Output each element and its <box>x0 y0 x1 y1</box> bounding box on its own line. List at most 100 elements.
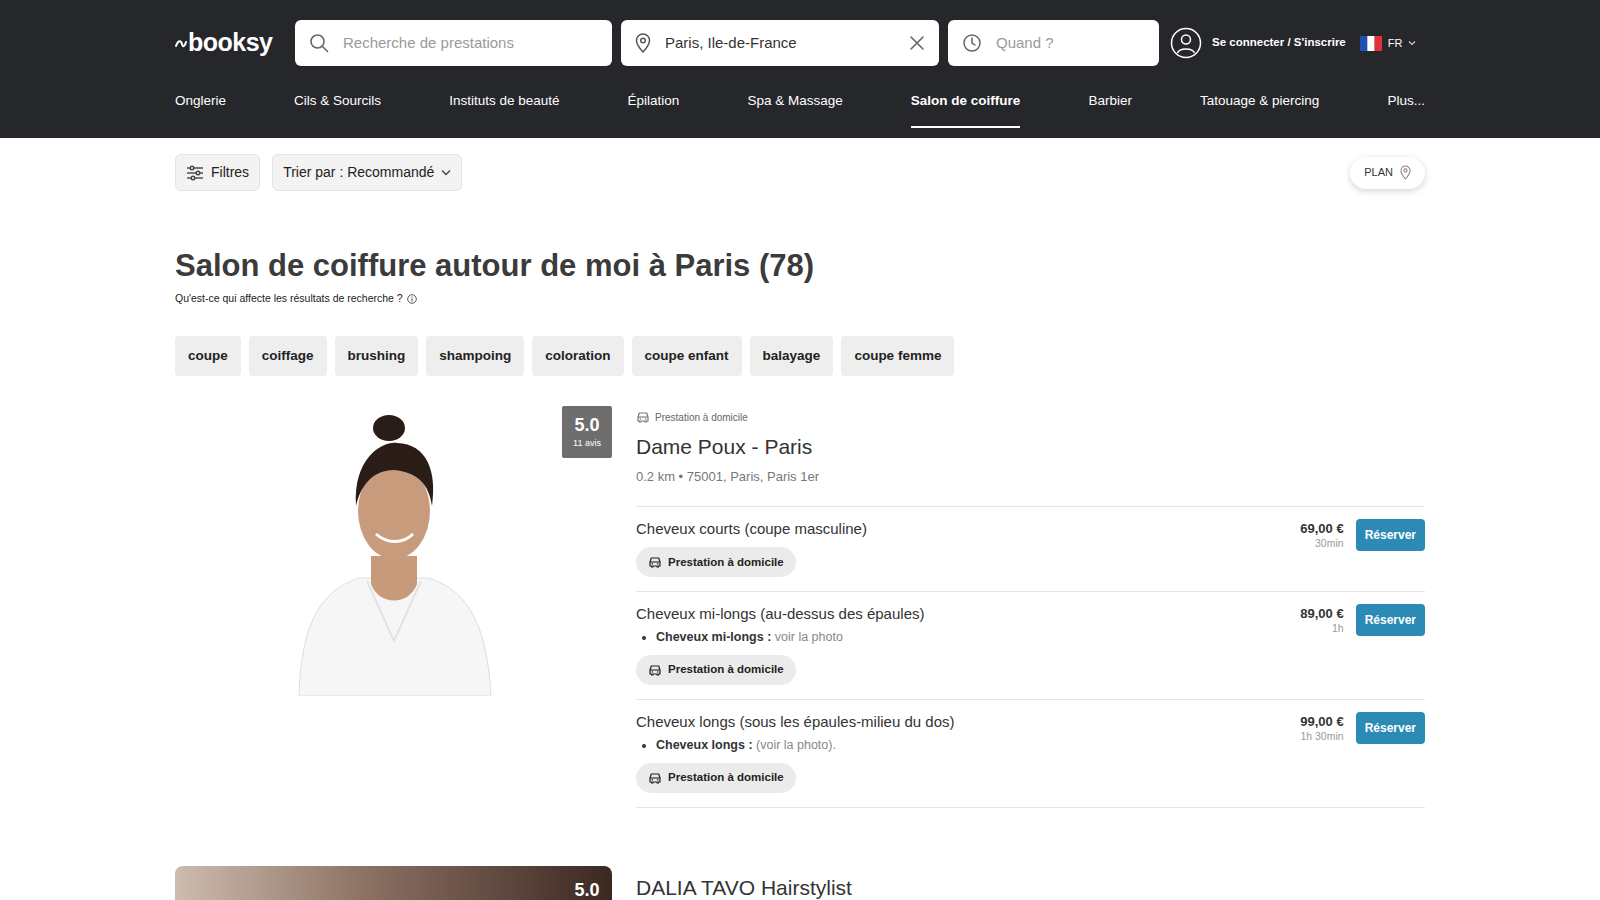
search-icon <box>309 33 329 53</box>
review-count: 11 avis <box>573 437 601 449</box>
rating-value: 5.0 <box>574 415 599 435</box>
clear-location-icon[interactable] <box>909 35 925 51</box>
book-button[interactable]: Réserver <box>1356 519 1425 551</box>
service-chip[interactable]: brushing <box>335 336 419 376</box>
map-text: PLAN <box>1364 164 1393 181</box>
category-tab[interactable]: Cils & Sourcils <box>294 66 381 128</box>
when-field[interactable] <box>948 20 1159 66</box>
service-detail-item: Cheveux longs : (voir la photo). <box>656 736 1288 755</box>
service-info: Cheveux courts (coupe masculine) Prestati… <box>636 519 1288 577</box>
service-search-input[interactable] <box>341 31 598 56</box>
service-row: Cheveux courts (coupe masculine) Prestati… <box>636 506 1425 591</box>
filters-text: Filtres <box>211 162 249 183</box>
home-service-badge: Prestation à domicile <box>636 410 1425 425</box>
header-top: booksy Se connecter / S' <box>175 0 1425 66</box>
photo-link[interactable]: voir la photo <box>775 630 843 644</box>
filter-sliders-icon <box>186 165 204 181</box>
home-service-tag: Prestation à domicile <box>636 763 796 793</box>
rating-badge: 5.0 11 avis <box>562 406 612 458</box>
book-button[interactable]: Réserver <box>1356 604 1425 636</box>
book-button[interactable]: Réserver <box>1356 712 1425 744</box>
map-button[interactable]: PLAN <box>1350 157 1425 189</box>
duration: 1h <box>1300 622 1343 635</box>
listing-card[interactable]: 5.0 DALIA TAVO Hairstylist <box>175 866 1425 900</box>
location-pin-icon <box>635 33 651 53</box>
duration: 30min <box>1300 537 1343 550</box>
service-name: Cheveux courts (coupe masculine) <box>636 519 1288 539</box>
detail-label: Cheveux longs : <box>656 738 753 752</box>
price: 99,00 € <box>1300 714 1343 730</box>
category-tab[interactable]: Barbier <box>1088 66 1132 128</box>
chevron-down-icon <box>1408 40 1416 46</box>
listing-photo-area[interactable]: 5.0 11 avis <box>175 406 612 808</box>
category-tab[interactable]: Instituts de beauté <box>449 66 559 128</box>
rating-value: 5.0 <box>574 880 599 900</box>
listing-info: Prestation à domicileDame Poux - Paris0.… <box>636 406 1425 808</box>
listing-photo[interactable] <box>175 406 612 696</box>
listing-info: DALIA TAVO Hairstylist <box>636 866 1425 900</box>
language-text[interactable]: FR <box>1388 35 1403 52</box>
toolbar: Filtres Trier par : Recommandé PLAN <box>175 154 1425 191</box>
category-tab[interactable]: Onglerie <box>175 66 226 128</box>
logo[interactable]: booksy <box>175 24 275 62</box>
home-service-text: Prestation à domicile <box>655 410 748 425</box>
service-search-field[interactable] <box>295 20 612 66</box>
logo-text: booksy <box>188 24 273 62</box>
service-chip[interactable]: balayage <box>750 336 834 376</box>
tag-text: Prestation à domicile <box>668 769 784 786</box>
language-selector[interactable]: FR <box>1360 35 1417 52</box>
rating-badge: 5.0 <box>562 866 612 900</box>
home-service-tag: Prestation à domicile <box>636 655 796 685</box>
service-chip[interactable]: coloration <box>532 336 623 376</box>
photo-link[interactable]: (voir la photo). <box>756 738 836 752</box>
info-icon[interactable] <box>407 294 417 304</box>
service-name: Cheveux longs (sous les épaules-milieu d… <box>636 712 1288 732</box>
listing-card[interactable]: 5.0 11 avis Prestation à domicile Dame Poux… <box>175 406 1425 808</box>
business-name[interactable]: DALIA TAVO Hairstylist <box>636 875 1425 900</box>
service-row: Cheveux mi-longs (au-dessus des épaules)… <box>636 591 1425 699</box>
category-nav: Onglerie Cils & Sourcils Instituts de beau… <box>175 66 1425 128</box>
service-chip[interactable]: coupe <box>175 336 241 376</box>
service-row: Cheveux longs (sous les épaules-milieu d… <box>636 699 1425 807</box>
service-chip[interactable]: shampoing <box>426 336 524 376</box>
listing-photo[interactable] <box>175 866 612 900</box>
login-text[interactable]: Se connecter / S'inscrire <box>1212 34 1346 51</box>
service-tag-row: Prestation à domicile <box>636 647 1288 685</box>
service-chips: coupecoiffagebrushingshampoingcoloration… <box>175 336 1425 376</box>
login-link[interactable]: Se connecter / S'inscrire <box>1170 27 1346 59</box>
service-chip[interactable]: coiffage <box>249 336 327 376</box>
detail-label: Cheveux mi-longs : <box>656 630 771 644</box>
filters-button[interactable]: Filtres <box>175 154 260 191</box>
chevron-down-icon <box>441 169 451 176</box>
when-input[interactable] <box>994 31 1145 56</box>
sort-text: Trier par : Recommandé <box>283 162 434 183</box>
location-field[interactable] <box>621 20 939 66</box>
listing-list: 5.0 11 avis Prestation à domicile Dame Poux… <box>175 406 1425 900</box>
page-title: Salon de coiffure autour de moi à Paris … <box>175 247 1425 285</box>
clock-icon <box>962 33 982 53</box>
listing-photo-area[interactable]: 5.0 <box>175 866 612 900</box>
category-tab[interactable]: Tatouage & piercing <box>1200 66 1319 128</box>
category-tab[interactable]: Salon de coiffure <box>911 66 1021 128</box>
duration: 1h 30min <box>1300 730 1343 743</box>
service-detail-item: Cheveux mi-longs : voir la photo <box>656 628 1288 647</box>
french-flag-icon <box>1360 36 1382 51</box>
service-price: 89,00 €1h <box>1300 604 1343 685</box>
ranking-info-text[interactable]: Qu'est-ce qui affecte les résultats de r… <box>175 291 403 307</box>
sort-dropdown[interactable]: Trier par : Recommandé <box>272 154 462 191</box>
price: 89,00 € <box>1300 606 1343 622</box>
business-name[interactable]: Dame Poux - Paris <box>636 434 1425 460</box>
user-icon <box>1170 27 1202 59</box>
service-info: Cheveux mi-longs (au-dessus des épaules)… <box>636 604 1288 685</box>
category-tab[interactable]: Épilation <box>628 66 680 128</box>
home-service-tag: Prestation à domicile <box>636 547 796 577</box>
service-chip[interactable]: coupe femme <box>841 336 954 376</box>
location-input[interactable] <box>663 31 897 56</box>
service-price: 69,00 €30min <box>1300 519 1343 577</box>
ranking-info[interactable]: Qu'est-ce qui affecte les résultats de r… <box>175 291 1425 307</box>
tag-text: Prestation à domicile <box>668 554 784 571</box>
service-chip[interactable]: coupe enfant <box>632 336 742 376</box>
category-tab[interactable]: Spa & Massage <box>747 66 842 128</box>
category-tab[interactable]: Plus... <box>1387 66 1425 128</box>
logo-swoosh-icon <box>175 38 187 48</box>
